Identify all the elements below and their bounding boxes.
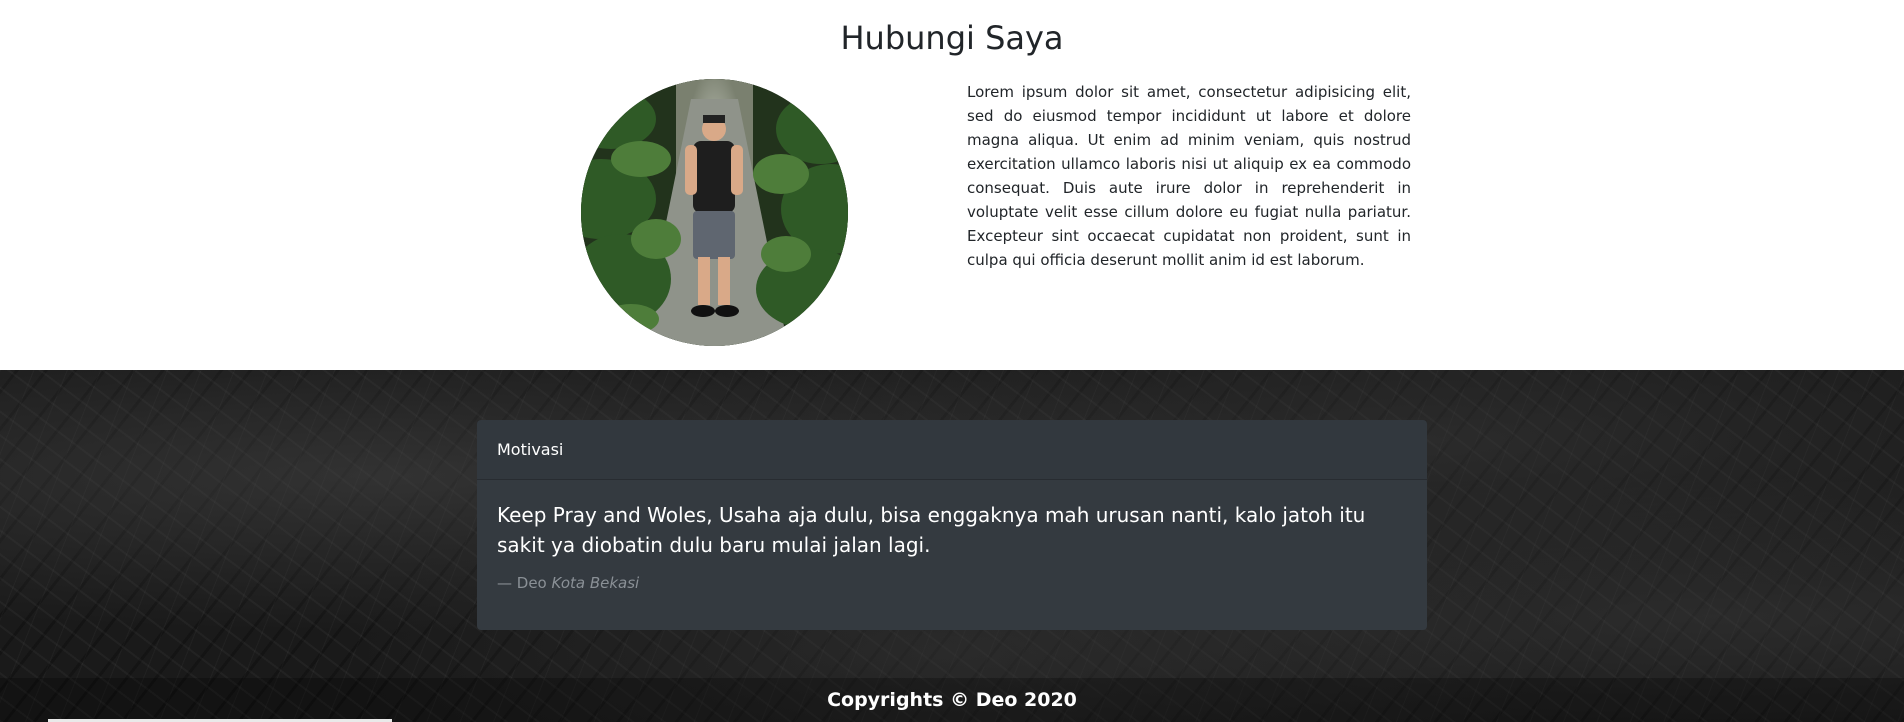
motivation-card: Motivasi Keep Pray and Woles, Usaha aja … bbox=[477, 420, 1427, 630]
profile-photo bbox=[581, 79, 848, 346]
quote-author: — Deo bbox=[497, 574, 547, 592]
footer: Copyrights © Deo 2020 bbox=[0, 678, 1904, 722]
card-body: Keep Pray and Woles, Usaha aja dulu, bis… bbox=[477, 480, 1427, 612]
quote-source: Kota Bekasi bbox=[551, 574, 640, 592]
card-header: Motivasi bbox=[477, 420, 1427, 480]
contact-title: Hubungi Saya bbox=[840, 19, 1064, 57]
copyright-text: Copyrights © Deo 2020 bbox=[827, 689, 1077, 711]
contact-description: Lorem ipsum dolor sit amet, consectetur … bbox=[967, 83, 1411, 269]
motivation-section: Motivasi Keep Pray and Woles, Usaha aja … bbox=[0, 370, 1904, 722]
blockquote: Keep Pray and Woles, Usaha aja dulu, bis… bbox=[497, 500, 1407, 592]
contact-section: Hubungi Saya Lorem ipsum dolor sit amet,… bbox=[0, 0, 1904, 370]
quote-footer: — Deo Kota Bekasi bbox=[497, 574, 1407, 592]
quote-text: Keep Pray and Woles, Usaha aja dulu, bis… bbox=[497, 503, 1366, 557]
